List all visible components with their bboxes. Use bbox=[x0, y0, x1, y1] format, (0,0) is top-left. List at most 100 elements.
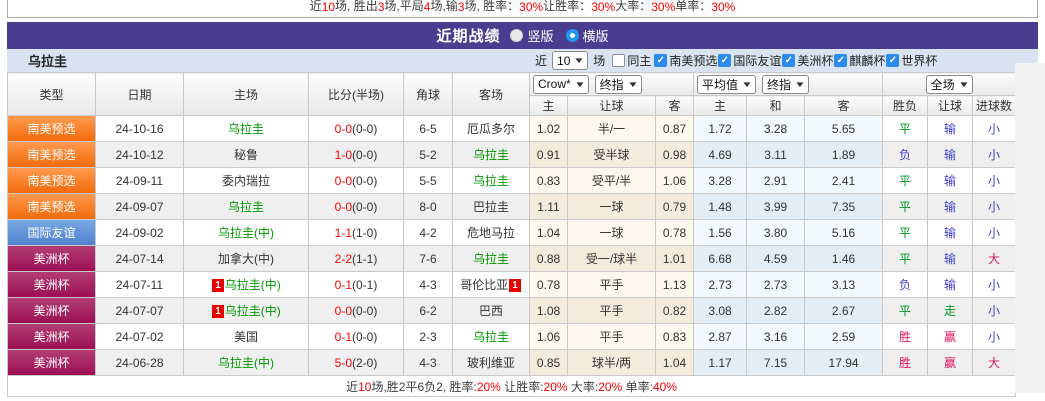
checkbox-checked-icon[interactable]: ✓ bbox=[654, 54, 668, 67]
odds-source-select[interactable]: Crow* ▼ bbox=[533, 74, 589, 94]
near-label: 近 bbox=[535, 54, 548, 68]
wdl-result-value: 平 bbox=[899, 226, 912, 240]
league-badge: 美洲杯 bbox=[8, 298, 95, 323]
corner-cell: 4-3 bbox=[403, 271, 453, 298]
goals-result: 小 bbox=[972, 115, 1017, 142]
match-date: 24-09-11 bbox=[95, 167, 184, 194]
league-filter-checkbox[interactable]: ✓ 南美预选 bbox=[653, 52, 717, 69]
layout-radio-vertical[interactable]: 竖版 bbox=[510, 26, 554, 45]
subcol-goals: 进球数 bbox=[972, 95, 1017, 116]
recent-summary: 近10场,胜2平6负2, 胜率:20% 让胜率:20% 大率:20% 单率:40… bbox=[6, 375, 1017, 397]
fulltime-score: 1-0 bbox=[334, 147, 352, 162]
halftime-score: (0-0) bbox=[352, 121, 378, 136]
average-group-header: 平均值 ▼ 终指 ▼ bbox=[693, 72, 884, 96]
home-team-name: 乌拉圭(中) bbox=[224, 278, 281, 292]
goals-result: 小 bbox=[972, 167, 1017, 194]
league-filter-checkbox[interactable]: ✓ 麒麟杯 bbox=[833, 52, 885, 69]
avg-home-odds: 1.17 bbox=[693, 349, 748, 376]
match-count-select[interactable]: 10 ▼ bbox=[552, 51, 589, 70]
match-date: 24-07-14 bbox=[95, 245, 184, 272]
checkbox-checked-icon[interactable]: ✓ bbox=[782, 54, 796, 67]
subcol-wdl: 胜负 bbox=[882, 95, 929, 116]
league-type-cell: 美洲杯 bbox=[7, 349, 96, 376]
summary-segment: 近 bbox=[309, 0, 322, 13]
home-handicap-odds: 0.83 bbox=[529, 167, 568, 194]
goals-result-value: 大 bbox=[988, 252, 1001, 266]
halftime-score: (1-0) bbox=[352, 225, 378, 240]
radio-selected-icon[interactable] bbox=[565, 29, 579, 42]
home-team-name: 乌拉圭(中) bbox=[218, 226, 274, 240]
league-filter-checkbox[interactable]: ✓ 美洲杯 bbox=[781, 52, 833, 69]
home-team-name: 秘鲁 bbox=[233, 148, 258, 162]
fulltime-score: 0-0 bbox=[334, 173, 352, 188]
goals-result: 大 bbox=[972, 349, 1017, 376]
average-select[interactable]: 平均值 ▼ bbox=[697, 74, 756, 94]
wdl-result: 胜 bbox=[882, 349, 929, 376]
avg-draw-odds: 3.16 bbox=[746, 323, 806, 350]
summary-segment: 近 bbox=[346, 379, 359, 394]
league-filter-checkbox[interactable]: ✓ 国际友谊 bbox=[717, 52, 781, 69]
goals-result: 小 bbox=[972, 271, 1017, 298]
goals-result-value: 小 bbox=[988, 200, 1001, 214]
odds-summary-banner: 近 10 场, 胜出 3 场,平局 4 场,输 3 场, 胜率： 30% 让胜率：… bbox=[7, 0, 1038, 18]
col-header-score: 比分(半场) bbox=[308, 72, 404, 116]
same-home-checkbox[interactable]: 同主 bbox=[611, 52, 651, 69]
subcol-home-odds: 主 bbox=[529, 95, 568, 116]
score-cell: 0-0(0-0) bbox=[308, 167, 404, 194]
home-team-cell: 加拿大(中) bbox=[183, 245, 309, 272]
scope-select[interactable]: 全场 ▼ bbox=[925, 74, 973, 94]
subcol-avg-draw: 和 bbox=[746, 95, 806, 116]
league-filter-label: 世界杯 bbox=[901, 54, 938, 68]
table-row: 美洲杯 24-07-02 美国 0-1(0-0) 2-3 乌拉圭 1.06 平手 0.83 2.8… bbox=[7, 323, 1017, 350]
halftime-score: (0-0) bbox=[352, 303, 378, 318]
goals-result-value: 小 bbox=[988, 226, 1001, 240]
goals-result-value: 小 bbox=[988, 148, 1001, 162]
home-team-name: 加拿大(中) bbox=[218, 252, 274, 266]
avg-home-odds: 2.87 bbox=[693, 323, 748, 350]
score-cell: 2-2(1-1) bbox=[308, 245, 404, 272]
final-odds-select-2[interactable]: 终指 ▼ bbox=[761, 74, 809, 94]
wdl-result-value: 负 bbox=[899, 148, 912, 162]
avg-draw-odds: 3.28 bbox=[746, 115, 806, 142]
match-date: 24-06-28 bbox=[95, 349, 184, 376]
away-handicap-odds: 0.98 bbox=[654, 141, 695, 168]
score-cell: 1-1(1-0) bbox=[308, 219, 404, 246]
checkbox-checked-icon[interactable]: ✓ bbox=[834, 54, 848, 67]
away-team-cell: 危地马拉 bbox=[452, 219, 530, 246]
home-team-cell: 乌拉圭 bbox=[183, 115, 309, 142]
away-team-cell: 乌拉圭 bbox=[452, 167, 530, 194]
radio-unselected-icon[interactable] bbox=[510, 29, 524, 42]
league-type-cell: 美洲杯 bbox=[7, 271, 96, 298]
score-cell: 0-0(0-0) bbox=[308, 297, 404, 324]
final-odds-select-1[interactable]: 终指 ▼ bbox=[594, 74, 642, 94]
league-badge: 南美预选 bbox=[8, 142, 95, 167]
league-type-cell: 美洲杯 bbox=[7, 297, 96, 324]
away-handicap-odds: 1.06 bbox=[654, 167, 695, 194]
away-team-name: 乌拉圭 bbox=[472, 148, 509, 162]
summary-segment: 40% bbox=[652, 379, 677, 394]
wdl-result: 平 bbox=[882, 193, 929, 220]
red-card-badge: 1 bbox=[212, 305, 224, 318]
wdl-result: 负 bbox=[882, 141, 929, 168]
league-type-cell: 美洲杯 bbox=[7, 323, 96, 350]
checkbox-checked-icon[interactable]: ✓ bbox=[718, 54, 732, 67]
wdl-result: 胜 bbox=[882, 323, 929, 350]
checkbox-unchecked-icon[interactable] bbox=[612, 54, 626, 67]
away-team-cell: 厄瓜多尔 bbox=[452, 115, 530, 142]
away-team-name: 巴拉圭 bbox=[472, 200, 509, 214]
fulltime-score: 5-0 bbox=[334, 355, 352, 370]
checkbox-checked-icon[interactable]: ✓ bbox=[886, 54, 900, 67]
avg-away-odds: 2.59 bbox=[804, 323, 884, 350]
away-team-name: 乌拉圭 bbox=[472, 252, 509, 266]
halftime-score: (1-1) bbox=[352, 251, 378, 266]
avg-away-odds: 17.94 bbox=[804, 349, 884, 376]
league-filter-checkbox[interactable]: ✓ 世界杯 bbox=[885, 52, 937, 69]
home-handicap-odds: 1.08 bbox=[529, 297, 568, 324]
layout-radio-horizontal[interactable]: 横版 bbox=[565, 26, 609, 45]
avg-home-odds: 4.69 bbox=[693, 141, 748, 168]
fulltime-score: 0-0 bbox=[334, 303, 352, 318]
final-odds-value-1: 终指 bbox=[599, 77, 624, 92]
avg-draw-odds: 3.11 bbox=[746, 141, 806, 168]
avg-draw-odds: 3.99 bbox=[746, 193, 806, 220]
layout-radio-horizontal-label: 横版 bbox=[582, 29, 609, 44]
